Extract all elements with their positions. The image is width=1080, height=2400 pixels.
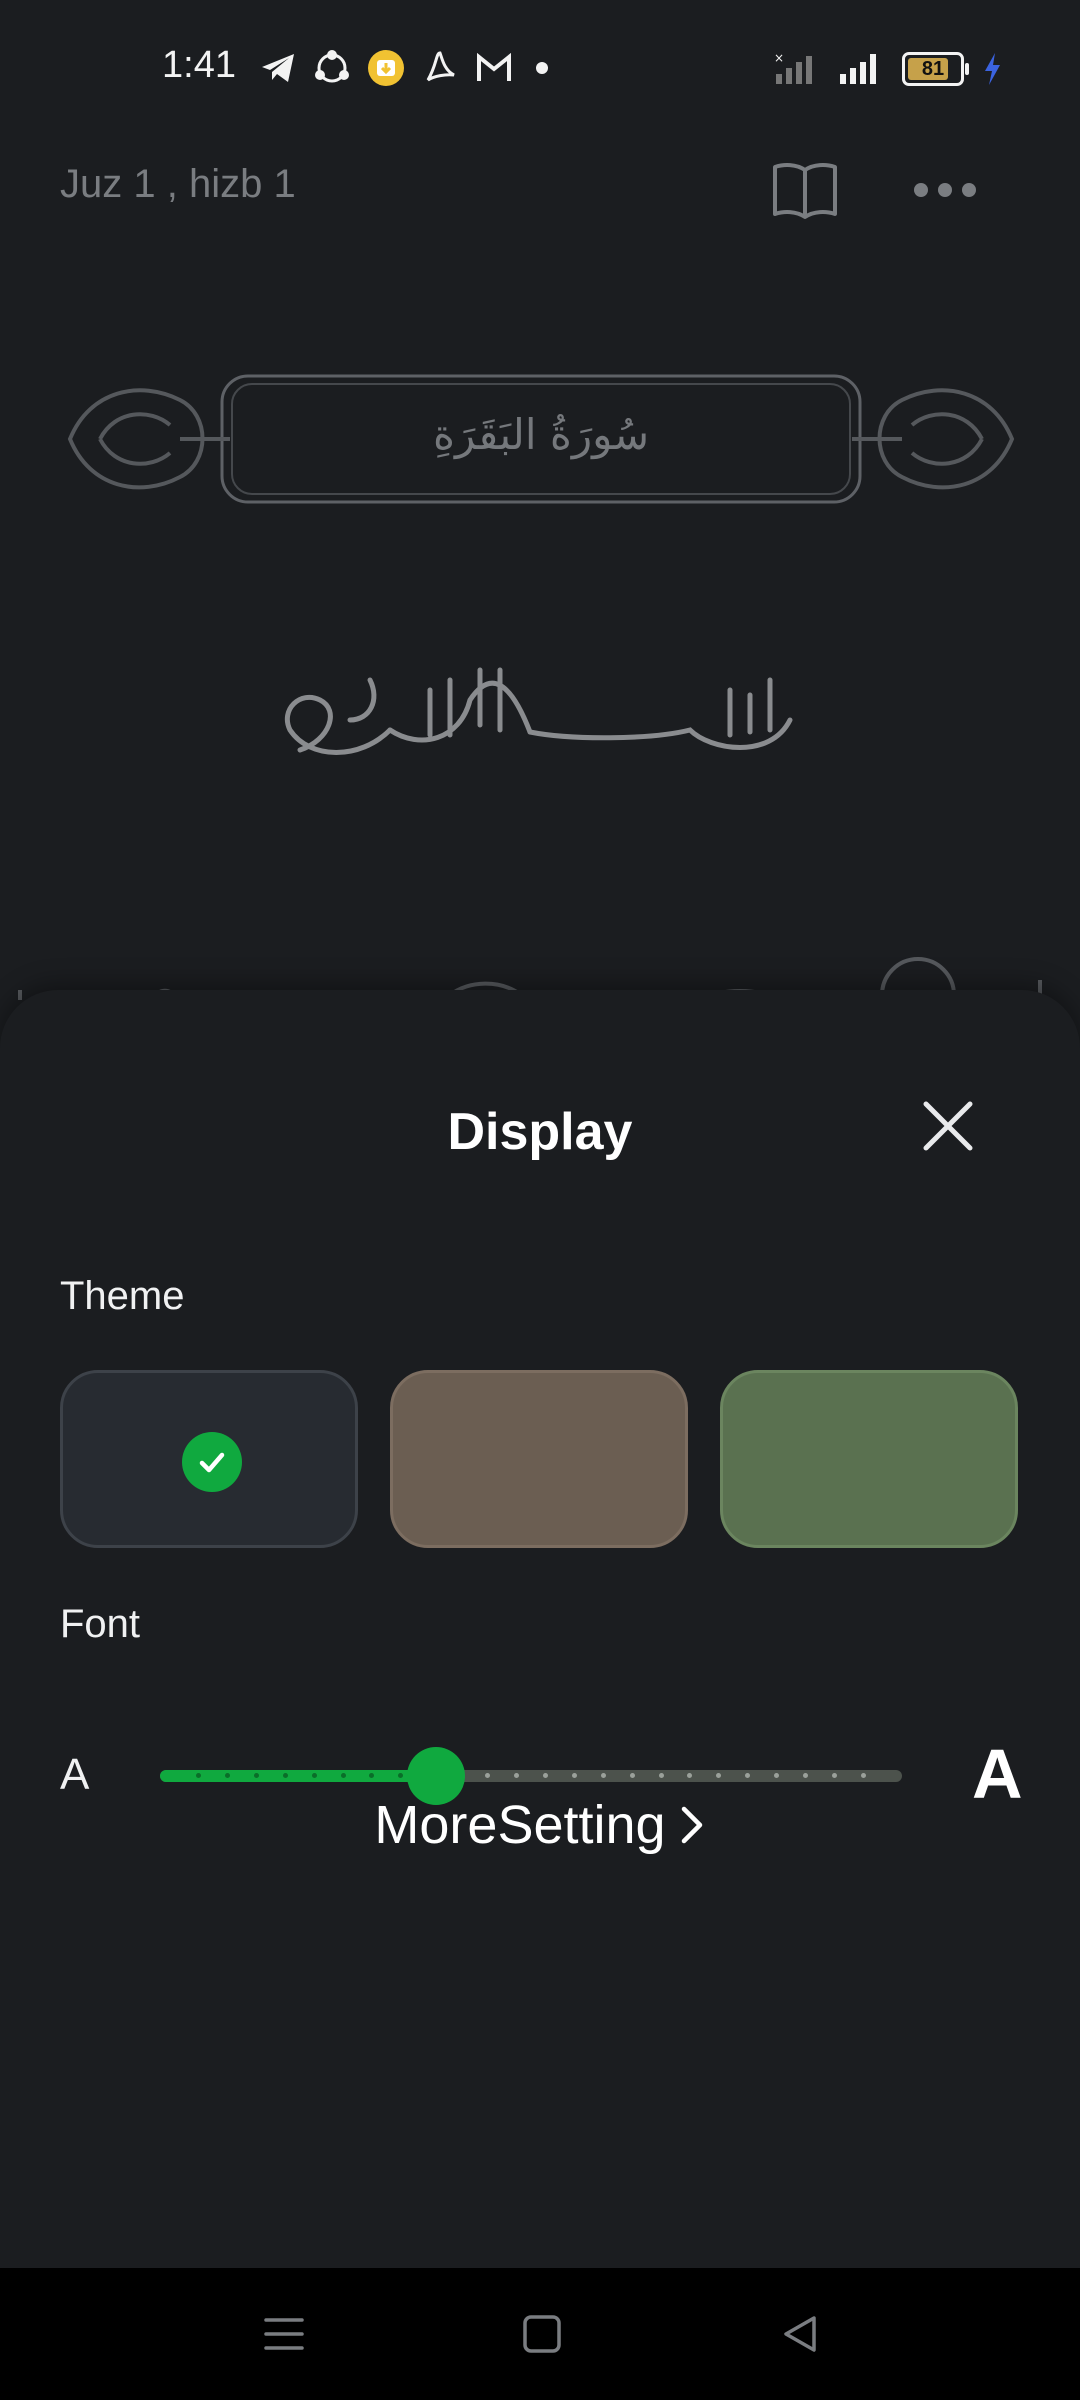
more-setting-button[interactable]: MoreSetting <box>0 1794 1080 1856</box>
slider-tick <box>282 1773 288 1778</box>
battery-level: 81 <box>921 57 945 80</box>
slider-tick <box>716 1773 722 1778</box>
slider-tick <box>542 1773 548 1778</box>
slider-tick <box>600 1773 606 1778</box>
download-icon <box>366 48 406 88</box>
theme-label: Theme <box>60 1274 185 1318</box>
more-dot-icon <box>536 62 548 74</box>
chevron-right-icon <box>681 1806 702 1844</box>
slider-tick <box>311 1773 317 1778</box>
more-horizontal-icon[interactable] <box>914 172 984 208</box>
slider-tick <box>860 1773 866 1778</box>
back-nav-icon[interactable] <box>778 2312 822 2356</box>
slider-tick <box>513 1773 519 1778</box>
slider-tick <box>745 1773 751 1778</box>
slider-tick <box>803 1773 809 1778</box>
gmail-icon <box>474 48 514 88</box>
surah-header-frame: سُورَةُ البَقَرَةِ <box>60 370 1022 508</box>
battery-icon: 81 <box>902 52 969 86</box>
slider-tick <box>629 1773 635 1778</box>
surah-name: سُورَةُ البَقَرَةِ <box>432 410 650 459</box>
slider-tick <box>571 1773 577 1778</box>
slider-tick <box>196 1773 201 1778</box>
close-icon[interactable] <box>918 1096 978 1156</box>
share-icon <box>312 48 352 88</box>
display-bottom-sheet: Display Theme Font A A MoreSetting <box>0 990 1080 2268</box>
font-size-slider[interactable] <box>160 1747 902 1805</box>
font-label: Font <box>60 1602 141 1646</box>
theme-option-dark[interactable] <box>60 1370 358 1548</box>
acrobat-icon <box>420 48 460 88</box>
slider-tick <box>369 1773 375 1778</box>
slider-tick <box>253 1773 259 1778</box>
slider-ticks <box>196 1773 866 1779</box>
check-icon <box>182 1432 242 1492</box>
notification-icons <box>258 48 548 88</box>
home-nav-icon[interactable] <box>520 2312 564 2356</box>
theme-option-brown[interactable] <box>390 1370 688 1548</box>
slider-tick <box>340 1773 346 1778</box>
slider-tick <box>658 1773 664 1778</box>
system-indicators: × 81 <box>772 52 1002 86</box>
svg-text:×: × <box>774 52 784 65</box>
status-bar: 1:41 × 81 <box>0 0 1080 140</box>
juz-hizb-title: Juz 1 , hizb 1 <box>60 162 296 206</box>
charging-icon <box>985 53 1000 85</box>
slider-tick <box>687 1773 693 1778</box>
navigation-bar <box>0 2268 1080 2400</box>
slider-tick <box>774 1773 780 1778</box>
slider-tick <box>398 1773 404 1778</box>
signal-icon <box>840 54 876 84</box>
slider-tick <box>831 1773 837 1778</box>
menu-nav-icon[interactable] <box>262 2312 306 2356</box>
more-setting-label: MoreSetting <box>374 1795 666 1855</box>
theme-option-green[interactable] <box>720 1370 1018 1548</box>
status-time: 1:41 <box>162 44 236 86</box>
signal-nosim-icon: × <box>774 52 812 84</box>
font-size-small-glyph: A <box>60 1750 90 1799</box>
slider-tick <box>485 1773 491 1778</box>
telegram-icon <box>258 48 298 88</box>
slider-tick <box>224 1773 230 1778</box>
open-book-icon[interactable] <box>770 158 840 222</box>
basmala-calligraphy <box>270 640 810 790</box>
